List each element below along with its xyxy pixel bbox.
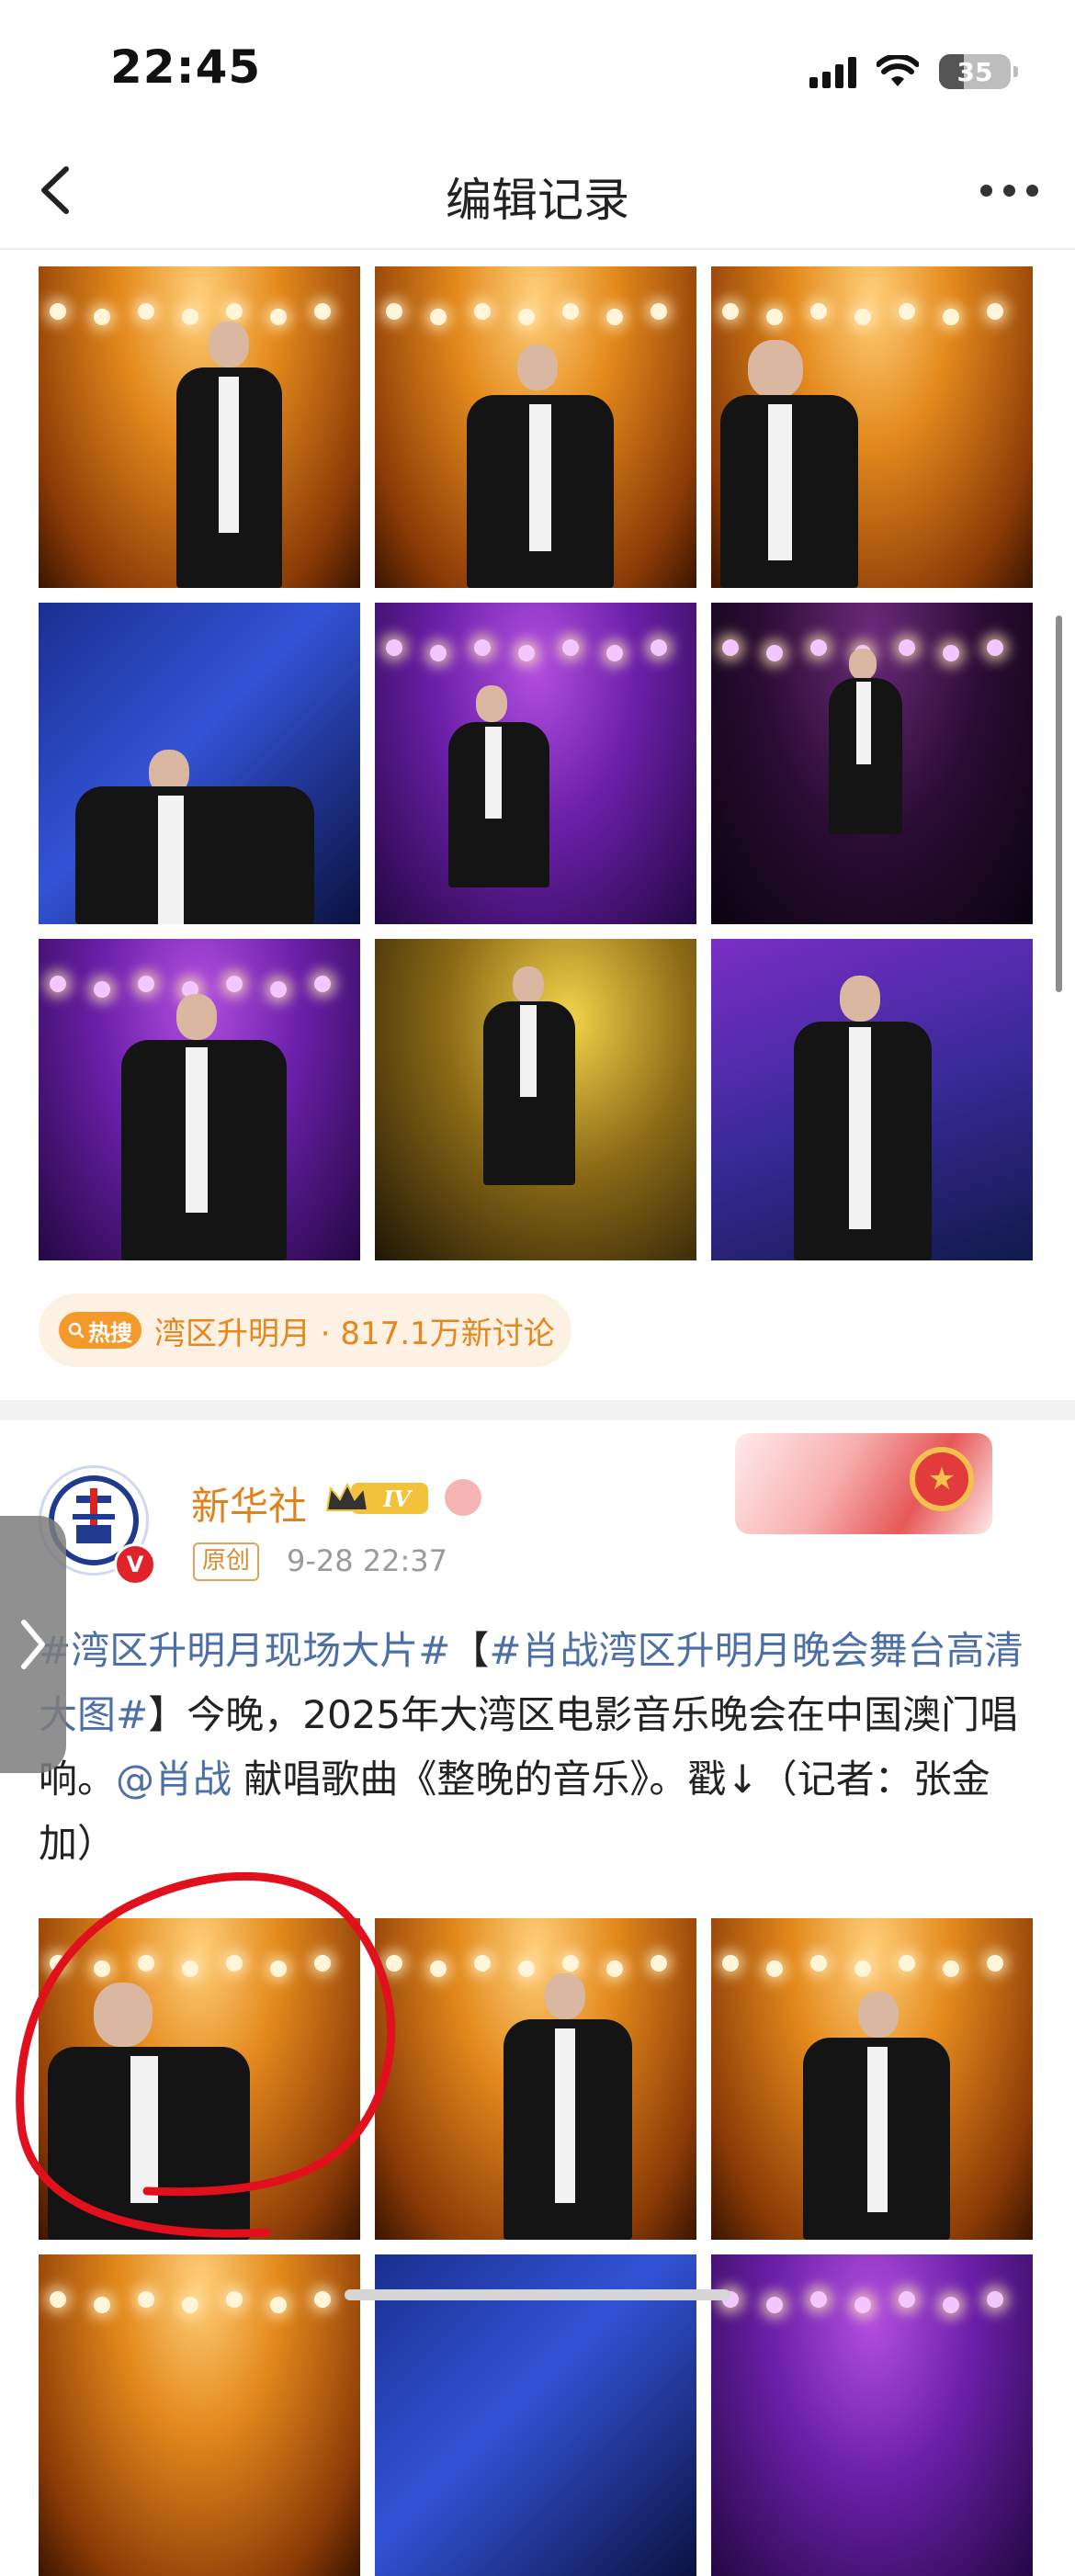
photo-thumbnail[interactable] — [375, 266, 696, 588]
navigation-bar: 编辑记录 — [0, 138, 1075, 250]
battery-percentage: 35 — [956, 56, 993, 87]
page-title: 编辑记录 — [446, 174, 629, 227]
status-time: 22:45 — [110, 40, 262, 94]
photo-thumbnail[interactable] — [39, 939, 360, 1260]
hot-search-tag[interactable]: 热搜 湾区升明月 · 817.1万新讨论 — [39, 1294, 571, 1367]
sticker-icon — [445, 1479, 481, 1516]
hot-search-badge: 热搜 — [59, 1312, 141, 1349]
verified-badge: V — [114, 1543, 156, 1586]
photo-thumbnail[interactable] — [39, 2254, 360, 2576]
level-text: IV — [382, 1486, 413, 1512]
photo-thumbnail[interactable] — [711, 603, 1033, 924]
photo-thumbnail[interactable] — [711, 266, 1033, 588]
photo-thumbnail[interactable] — [711, 2254, 1033, 2576]
star-emblem-icon: ★ — [910, 1447, 974, 1511]
photo-thumbnail[interactable] — [39, 266, 360, 588]
hashtag-link[interactable]: #湾区升明月现场大片# — [39, 1628, 450, 1673]
photo-thumbnail[interactable] — [375, 1918, 696, 2240]
hot-search-text: 湾区升明月 · 817.1万新讨论 — [154, 1315, 555, 1352]
more-icon — [980, 184, 992, 197]
photo-thumbnail[interactable] — [375, 939, 696, 1260]
photo-thumbnail[interactable] — [375, 2254, 696, 2576]
side-expand-handle[interactable] — [0, 1516, 66, 1773]
photo-thumbnail[interactable] — [711, 939, 1033, 1260]
status-icons: 35 — [809, 51, 1018, 92]
mention-link[interactable]: @肖战 — [116, 1757, 232, 1802]
home-indicator[interactable] — [345, 2289, 730, 2300]
more-button[interactable] — [980, 167, 1038, 213]
photo-thumbnail[interactable] — [39, 603, 360, 924]
post-time: 9-28 22:37 — [287, 1543, 448, 1578]
photo-thumbnail[interactable] — [711, 1918, 1033, 2240]
status-bar: 22:45 35 — [0, 0, 1075, 138]
original-tag: 原创 — [193, 1542, 260, 1581]
author-name[interactable]: 新华社 — [191, 1475, 307, 1531]
image-grid-top — [39, 266, 1033, 1260]
signal-icon — [809, 55, 856, 88]
scrollbar[interactable] — [1056, 616, 1062, 992]
wifi-icon — [877, 55, 919, 86]
battery-icon: 35 — [939, 54, 1018, 89]
search-icon — [68, 1322, 85, 1339]
photo-thumbnail[interactable] — [375, 603, 696, 924]
red-annotation-circle — [16, 1871, 396, 2238]
chevron-right-icon — [21, 1620, 45, 1669]
section-divider — [0, 1400, 1075, 1420]
crown-icon: IV — [325, 1482, 428, 1514]
